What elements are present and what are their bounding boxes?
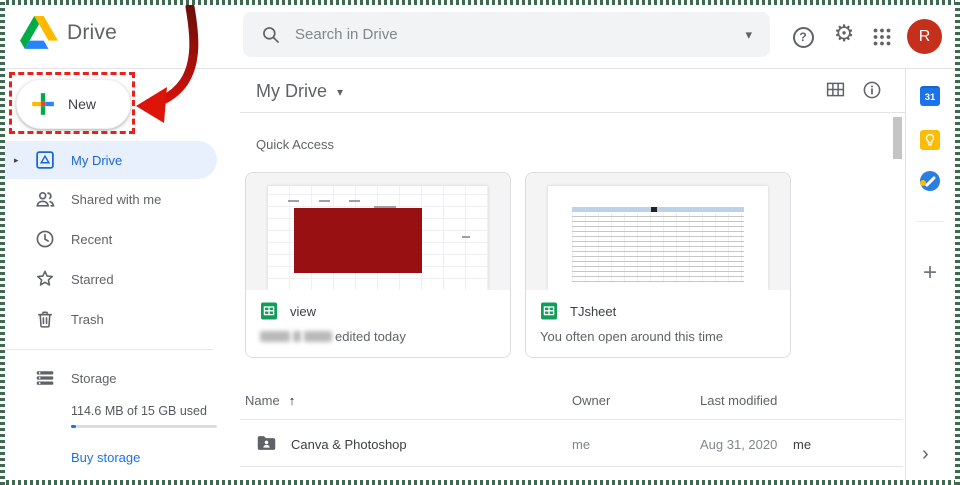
sidebar-item-label: Recent [71,232,112,247]
google-sheets-icon [540,302,558,320]
account-avatar[interactable]: R [907,19,942,54]
screenshot-border [0,480,960,485]
redacted-text [293,331,301,342]
file-owner: me [572,437,590,452]
sidebar-item-label: Starred [71,272,114,287]
apps-grid-button[interactable] [871,26,893,48]
grid-view-icon [825,79,846,100]
card-footer: TJsheet You often open around this time [526,290,790,357]
file-subtitle-text: edited today [335,329,406,344]
drive-logo-icon [20,16,58,49]
quick-access-card-tjsheet[interactable]: TJsheet You often open around this time [525,172,791,358]
people-icon [34,188,56,210]
grid-view-button[interactable] [825,79,846,105]
breadcrumb: My Drive ▾ [256,81,343,102]
star-icon [34,268,56,290]
file-thumbnail [246,173,510,290]
sidebar-item-label: Shared with me [71,192,161,207]
new-button-label: New [68,96,96,112]
file-title: TJsheet [570,304,616,319]
file-last-modified: Aug 31, 2020 [700,437,777,452]
add-addon-button[interactable]: + [918,259,942,287]
file-title: view [290,304,316,319]
google-tasks-icon[interactable] [920,171,940,191]
sidebar-item-shared-with-me[interactable]: Shared with me [5,179,217,219]
sort-ascending-icon: ↑ [289,393,296,408]
sidebar-item-label: Trash [71,312,104,327]
info-icon [861,79,883,101]
tasks-dot-shape [920,180,926,186]
redacted-chart-area [294,208,422,274]
file-modified-by: me [793,437,811,452]
right-panel-divider [905,68,906,480]
google-drive-window: Drive Search in Drive ▾ ? ⚙ R [0,0,960,485]
search-bar[interactable]: Search in Drive ▾ [243,12,770,57]
card-footer: view edited today [246,290,510,357]
column-header-last-modified[interactable]: Last modified [700,393,777,408]
page-title: My Drive [256,81,327,102]
file-name: Canva & Photoshop [291,437,407,452]
sidebar-item-storage[interactable]: Storage [5,360,217,396]
google-keep-icon[interactable] [920,130,940,150]
sidebar-divider [5,349,213,350]
screenshot-border [0,0,960,5]
redacted-text [304,331,332,342]
buy-storage-link[interactable]: Buy storage [71,450,140,465]
storage-label: Storage [71,371,117,386]
sidebar-item-label: My Drive [71,153,122,168]
file-subtitle-text: You often open around this time [540,329,723,344]
expand-panel-chevron-icon[interactable]: › [922,443,929,466]
gear-icon: ⚙ [834,23,855,46]
file-thumbnail [526,173,790,290]
right-panel-separator [916,221,944,222]
file-subtitle: edited today [260,329,496,344]
folder-dropdown-caret-icon[interactable]: ▾ [337,85,343,99]
trash-icon [34,308,56,330]
quick-access-label: Quick Access [256,137,334,152]
drive-logo[interactable]: Drive [20,16,117,49]
table-divider [240,419,903,420]
heading-divider [240,112,905,113]
app-title: Drive [67,21,117,45]
storage-progress-fill [71,425,76,428]
google-sheets-icon [260,302,278,320]
expand-caret-icon[interactable]: ▸ [14,155,19,166]
sidebar-nav: ▸ My Drive Shared with me [5,141,217,339]
scrollbar-thumb[interactable] [893,117,902,159]
sidebar-item-trash[interactable]: Trash [5,299,217,339]
clock-icon [34,228,56,250]
sidebar-item-recent[interactable]: Recent [5,219,217,259]
shared-folder-icon [256,434,277,455]
storage-progress-bar [71,425,217,428]
new-plus-icon [30,91,56,117]
tasks-pencil-shape [925,175,936,186]
settings-button[interactable]: ⚙ [833,23,855,45]
screenshot-border [0,0,5,485]
search-options-caret-icon[interactable]: ▾ [745,27,752,43]
search-icon [261,25,281,45]
screenshot-border [955,0,960,485]
google-calendar-icon[interactable]: 31 [920,86,940,106]
redacted-text [260,331,290,342]
topbar-divider [5,68,955,69]
help-button[interactable]: ? [792,26,814,48]
my-drive-icon [34,149,56,171]
quick-access-card-view[interactable]: view edited today [245,172,511,358]
storage-icon [34,367,56,389]
search-input[interactable]: Search in Drive [295,26,745,43]
storage-usage-text: 114.6 MB of 15 GB used [71,404,207,418]
details-button[interactable] [861,79,883,106]
table-divider [240,466,903,467]
apps-grid-icon [872,27,892,47]
column-header-owner[interactable]: Owner [572,393,610,408]
help-icon: ? [793,27,814,48]
sidebar-item-my-drive[interactable]: ▸ My Drive [5,141,217,179]
column-header-name[interactable]: Name↑ [245,393,295,408]
sidebar-item-starred[interactable]: Starred [5,259,217,299]
annotation-arrow [118,2,218,137]
new-button[interactable]: New [16,79,131,129]
